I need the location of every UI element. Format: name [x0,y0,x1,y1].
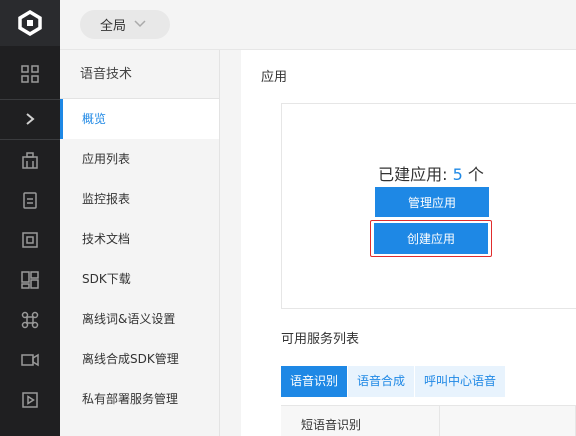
product-sidebar: 语音技术 概览 应用列表 监控报表 技术文档 SDK下载 离线词&语义设置 离线… [60,50,220,436]
top-bar: 全局 [60,0,576,50]
logo-icon[interactable] [0,0,60,46]
sidebar-item-overview[interactable]: 概览 [60,99,219,139]
tab-speech-synthesis[interactable]: 语音合成 [348,366,415,397]
services-title: 可用服务列表 [281,332,360,347]
sidebar-item-private-deploy[interactable]: 私有部署服务管理 [60,379,219,419]
clipboard-icon[interactable] [20,190,40,210]
create-app-button[interactable]: 创建应用 [374,223,488,254]
main-content: 应用 已建应用: 5 个 管理应用 创建应用 可用服务列表 语音识别 语音合成 … [221,50,576,436]
video-icon[interactable] [20,350,40,370]
sidebar-item-offline-tts-sdk[interactable]: 离线合成SDK管理 [60,339,219,379]
sidebar-item-app-list[interactable]: 应用列表 [60,139,219,179]
app-summary-card: 已建应用: 5 个 管理应用 创建应用 [281,103,576,309]
chevron-down-icon [134,17,146,32]
building-icon[interactable] [20,150,40,170]
tab-call-center[interactable]: 呼叫中心语音 [415,366,506,397]
app-count-unit: 个 [467,165,484,184]
dashboard-icon[interactable] [20,270,40,290]
services-table: 短语音识别 [281,405,576,436]
chevron-right-icon[interactable] [20,109,40,129]
page-title: 应用 [261,70,288,85]
sidebar-item-docs[interactable]: 技术文档 [60,219,219,259]
create-app-highlight: 创建应用 [370,220,492,257]
rail-divider [0,99,60,100]
tab-speech-recognition[interactable]: 语音识别 [281,366,348,397]
rail-divider [0,139,60,140]
table-cell: 短语音识别 [301,418,362,432]
sidebar-item-monitoring[interactable]: 监控报表 [60,179,219,219]
sidebar-item-sdk-download[interactable]: SDK下载 [60,259,219,299]
play-icon[interactable] [20,390,40,410]
table-divider [439,406,440,436]
app-count-value: 5 [452,165,463,184]
frame-icon[interactable] [20,230,40,250]
sidebar-item-offline-words[interactable]: 离线词&语义设置 [60,299,219,339]
app-count-label: 已建应用: [378,165,448,184]
service-tabs: 语音识别 语音合成 呼叫中心语音 [281,366,506,397]
icon-rail [0,0,60,436]
scope-selector[interactable]: 全局 [80,10,170,39]
manage-apps-button[interactable]: 管理应用 [375,187,489,217]
app-count: 已建应用: 5 个 [282,161,576,185]
scope-label: 全局 [100,19,127,34]
command-icon[interactable] [20,310,40,330]
sidebar-title: 语音技术 [60,50,219,99]
grid-icon[interactable] [20,64,40,84]
